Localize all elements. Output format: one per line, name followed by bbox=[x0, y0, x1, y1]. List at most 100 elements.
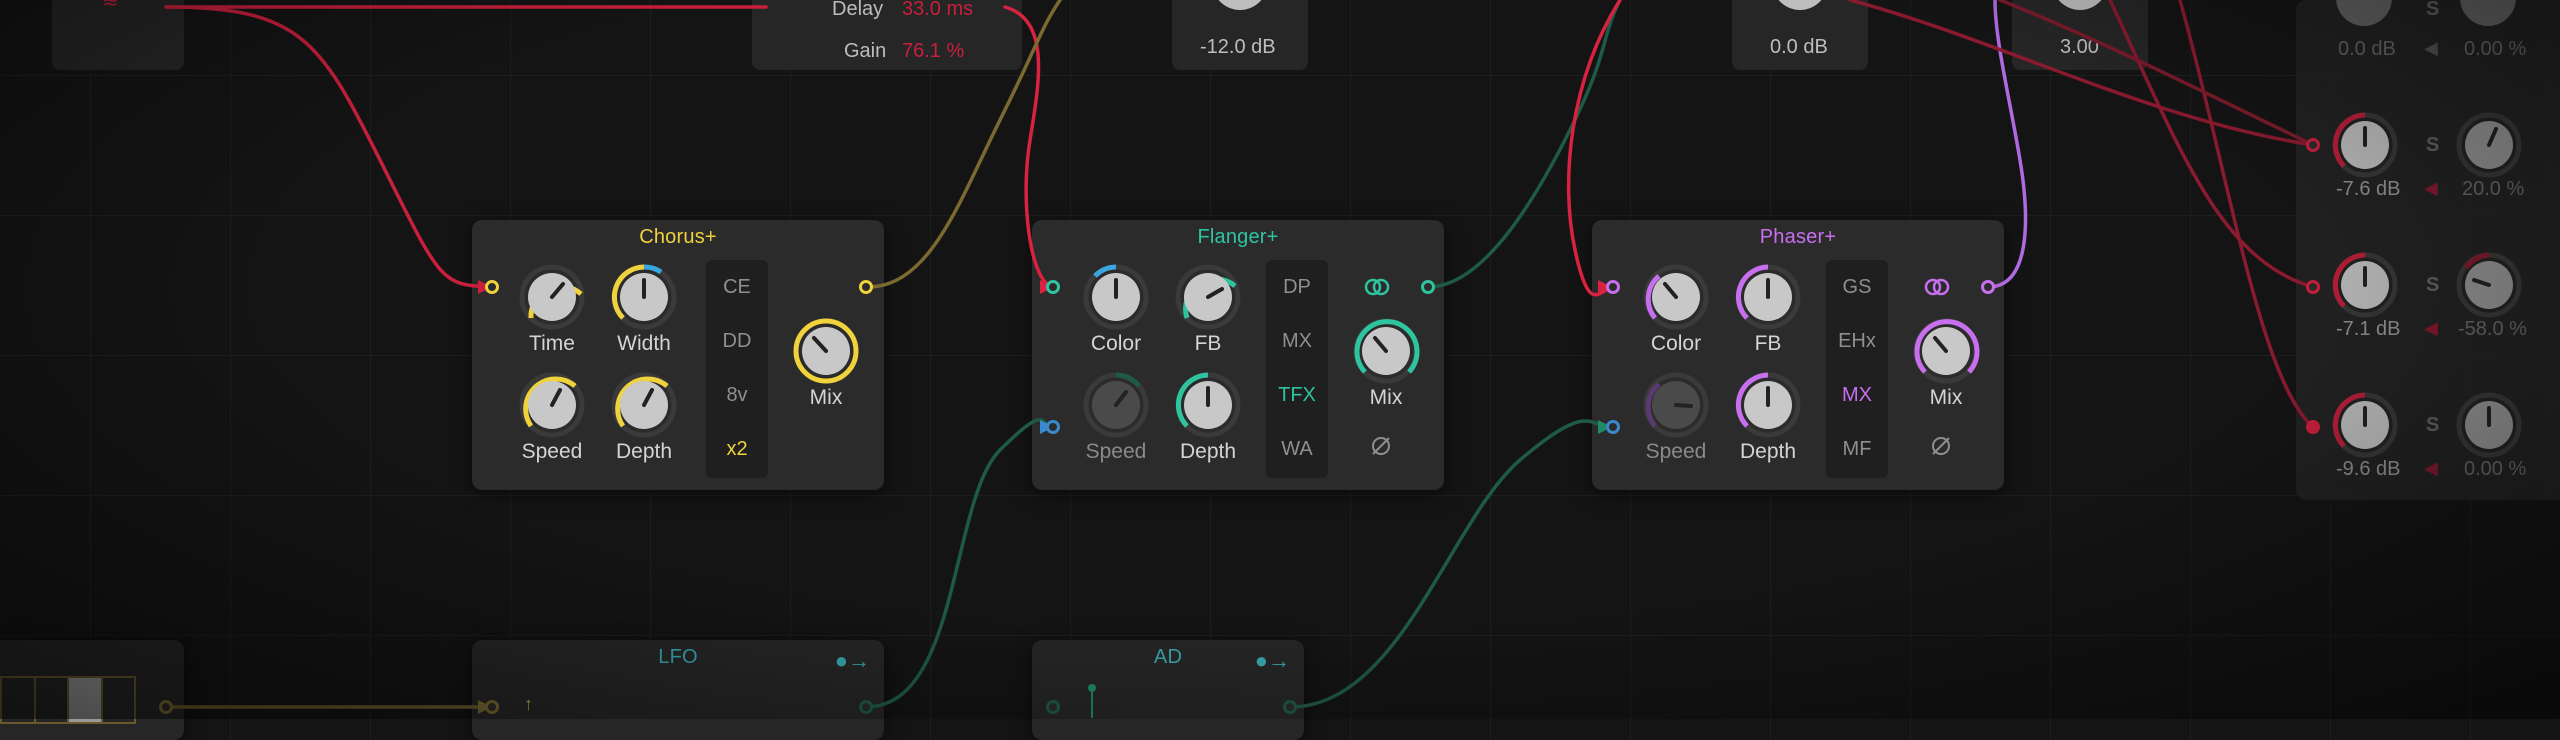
flanger-mode-wa[interactable]: WA bbox=[1266, 422, 1328, 476]
level-value-2: 0.0 dB bbox=[1770, 36, 1828, 58]
flanger-speed-knob[interactable]: Speed bbox=[1076, 370, 1156, 464]
ad-input-port[interactable] bbox=[1046, 700, 1060, 714]
flanger-mix-knob[interactable]: Mix bbox=[1346, 316, 1426, 410]
flanger-speed-mod-port[interactable] bbox=[1046, 420, 1060, 434]
flanger-title: Flanger+ bbox=[1197, 226, 1279, 248]
chorus-input-port[interactable] bbox=[485, 280, 499, 294]
phaser-speed-mod-port[interactable] bbox=[1606, 420, 1620, 434]
chorus-output-port[interactable] bbox=[859, 280, 873, 294]
phaser-mode-mf[interactable]: MF bbox=[1826, 422, 1888, 476]
modulator-route-icon[interactable]: ●→ bbox=[835, 648, 870, 674]
phaser-fb-knob[interactable]: FB bbox=[1728, 262, 1808, 356]
level-panel-1: -12.0 dB bbox=[1172, 0, 1308, 70]
flanger-mode-selector: DP MX TFX WA bbox=[1266, 260, 1328, 478]
mixer-level-value: 0.0 dB bbox=[2338, 38, 2396, 60]
stereo-link-icon[interactable] bbox=[1362, 276, 1392, 298]
mixer-solo-button[interactable]: S bbox=[2426, 274, 2439, 297]
chorus-time-knob-icon bbox=[519, 264, 585, 330]
delay-gain-panel: Delay 33.0 ms Gain 76.1 % bbox=[752, 0, 1022, 70]
phaser-mix-knob-icon bbox=[1913, 318, 1980, 384]
cable-red-mixer-3 bbox=[2178, 0, 2315, 429]
flanger-fb-knob[interactable]: FB bbox=[1168, 262, 1248, 356]
phaser-mode-ehx[interactable]: EHx bbox=[1826, 314, 1888, 368]
chorus-mode-8v[interactable]: 8v bbox=[706, 368, 768, 422]
mixer-level-knob[interactable] bbox=[2336, 0, 2392, 26]
flanger-mode-tfx[interactable]: TFX bbox=[1266, 368, 1328, 422]
lfo-trigger-icon: ↑ bbox=[524, 694, 533, 714]
lfo-device: LFO ●→ ↑ bbox=[472, 640, 884, 740]
phaser-color-knob[interactable]: Color bbox=[1636, 262, 1716, 356]
mixer-level-knob[interactable] bbox=[2330, 250, 2400, 320]
bottom-left-output-port[interactable] bbox=[159, 700, 173, 714]
mixer-pan-knob[interactable] bbox=[2460, 0, 2516, 26]
gain-value[interactable]: 76.1 % bbox=[902, 40, 964, 63]
mixer-level-value: -9.6 dB bbox=[2336, 458, 2401, 480]
speaker-icon[interactable]: ◀ bbox=[2424, 38, 2438, 59]
phaser-depth-knob-icon bbox=[1735, 372, 1801, 438]
phaser-depth-knob[interactable]: Depth bbox=[1728, 370, 1808, 464]
speaker-icon[interactable]: ◀ bbox=[2424, 318, 2438, 339]
speaker-icon[interactable]: ◀ bbox=[2424, 458, 2438, 479]
modulator-route-icon[interactable]: ●→ bbox=[1255, 648, 1290, 674]
mixer-input-port-2[interactable] bbox=[2306, 280, 2320, 294]
chorus-depth-knob[interactable]: Depth bbox=[604, 370, 684, 464]
chorus-mode-dd[interactable]: DD bbox=[706, 314, 768, 368]
delay-label: Delay bbox=[832, 0, 884, 20]
cable-lfo-flanger-speed bbox=[864, 418, 1054, 709]
mixer-solo-button[interactable]: S bbox=[2426, 414, 2439, 437]
level-value-3: 3.00 bbox=[2060, 36, 2099, 58]
flanger-mix-label: Mix bbox=[1369, 386, 1403, 409]
chorus-speed-knob[interactable]: Speed bbox=[512, 370, 592, 464]
mixer-pan-value: 0.00 % bbox=[2464, 38, 2527, 60]
flanger-color-knob[interactable]: Color bbox=[1076, 262, 1156, 356]
ad-output-port[interactable] bbox=[1283, 700, 1297, 714]
step-sequencer-grid[interactable] bbox=[0, 676, 136, 724]
phase-invert-icon[interactable] bbox=[1929, 434, 1953, 458]
level-knob-2[interactable] bbox=[1772, 0, 1828, 10]
phaser-output-port[interactable] bbox=[1981, 280, 1995, 294]
mixer-solo-button[interactable]: S bbox=[2426, 134, 2439, 157]
mixer-level-knob[interactable] bbox=[2330, 110, 2400, 180]
chorus-mode-x2[interactable]: x2 bbox=[706, 422, 768, 476]
lfo-input-port[interactable] bbox=[485, 700, 499, 714]
phaser-mix-knob[interactable]: Mix bbox=[1906, 316, 1986, 410]
phaser-mix-label: Mix bbox=[1929, 386, 1963, 409]
flanger-mode-mx[interactable]: MX bbox=[1266, 314, 1328, 368]
chorus-title: Chorus+ bbox=[639, 226, 717, 248]
flanger-depth-label: Depth bbox=[1179, 440, 1237, 463]
stereo-link-icon[interactable] bbox=[1922, 276, 1952, 298]
chorus-time-knob[interactable]: Time bbox=[512, 262, 592, 356]
mixer-input-port-3[interactable] bbox=[2306, 420, 2320, 434]
phaser-title: Phaser+ bbox=[1759, 226, 1837, 248]
chorus-width-knob[interactable]: Width bbox=[604, 262, 684, 356]
mixer-pan-knob[interactable] bbox=[2454, 250, 2524, 320]
mixer-solo-button[interactable]: S bbox=[2426, 0, 2439, 21]
phaser-input-port[interactable] bbox=[1606, 280, 1620, 294]
flanger-depth-knob[interactable]: Depth bbox=[1168, 370, 1248, 464]
chorus-mode-ce[interactable]: CE bbox=[706, 260, 768, 314]
flanger-mode-dp[interactable]: DP bbox=[1266, 260, 1328, 314]
cable-red-chorus-in bbox=[164, 5, 492, 289]
flanger-input-port[interactable] bbox=[1046, 280, 1060, 294]
flanger-mix-knob-icon bbox=[1353, 318, 1420, 384]
mixer-level-knob[interactable] bbox=[2330, 390, 2400, 460]
mixer-input-port-1[interactable] bbox=[2306, 138, 2320, 152]
phaser-fb-label: FB bbox=[1754, 332, 1782, 355]
phaser-speed-knob[interactable]: Speed bbox=[1636, 370, 1716, 464]
level-knob-1[interactable] bbox=[1212, 0, 1268, 10]
level-knob-3[interactable] bbox=[2052, 0, 2108, 10]
flanger-color-label: Color bbox=[1090, 332, 1142, 355]
ad-envelope-icon bbox=[1088, 684, 1096, 718]
delay-value[interactable]: 33.0 ms bbox=[902, 0, 973, 21]
mixer-pan-knob[interactable] bbox=[2454, 110, 2524, 180]
phase-invert-icon[interactable] bbox=[1369, 434, 1393, 458]
flanger-output-port[interactable] bbox=[1421, 280, 1435, 294]
mixer-pan-knob[interactable] bbox=[2454, 390, 2524, 460]
speaker-icon[interactable]: ◀ bbox=[2424, 178, 2438, 199]
lfo-output-port[interactable] bbox=[859, 700, 873, 714]
chorus-mix-knob[interactable]: Mix bbox=[786, 316, 866, 410]
chorus-mix-label: Mix bbox=[809, 386, 843, 409]
flanger-depth-knob-icon bbox=[1175, 372, 1241, 438]
phaser-mode-gs[interactable]: GS bbox=[1826, 260, 1888, 314]
phaser-mode-mx[interactable]: MX bbox=[1826, 368, 1888, 422]
